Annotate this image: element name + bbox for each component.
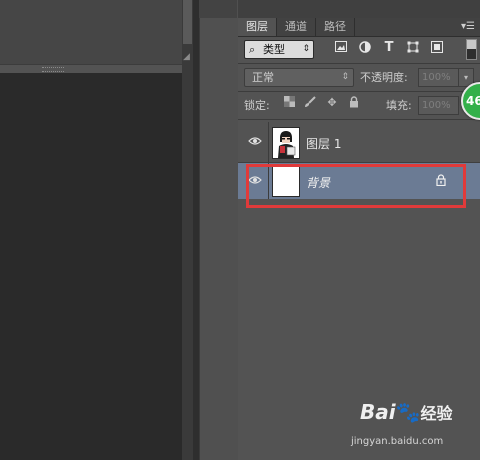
kind-filter-label: 类型: [263, 43, 285, 56]
divider: [268, 122, 269, 162]
layer-thumbnail: [272, 127, 300, 159]
divider: [238, 91, 480, 92]
scrollbar-thumb[interactable]: [183, 0, 192, 44]
opacity-input[interactable]: 100%: [418, 68, 459, 87]
document-canvas[interactable]: [0, 66, 182, 460]
collapsed-panel-dock[interactable]: [199, 0, 239, 460]
tab-layers[interactable]: 图层: [238, 18, 277, 36]
panel-tab-bar: 图层 通道 路径: [238, 18, 480, 37]
vertical-scrollbar[interactable]: [182, 0, 193, 460]
smart-object-filter-icon[interactable]: [430, 41, 444, 55]
blend-mode-select[interactable]: 正常 ⇕: [244, 68, 354, 87]
scroll-grip-icon[interactable]: [42, 67, 64, 72]
fill-input[interactable]: 100%: [418, 96, 459, 115]
layer-kind-filter-select[interactable]: ⌕ 类型 ⇕: [244, 40, 314, 59]
watermark-brand-suffix: 经验: [420, 404, 453, 423]
divider: [238, 63, 480, 64]
lock-label: 锁定:: [244, 99, 270, 112]
shape-filter-icon[interactable]: [406, 41, 420, 55]
opacity-label: 不透明度:: [360, 71, 408, 84]
panel-menu-icon[interactable]: ▾☰: [458, 18, 478, 36]
divider: [238, 119, 480, 120]
document-canvas-top: [0, 0, 182, 64]
layer-row[interactable]: 图层 1: [238, 122, 480, 163]
annotation-highlight-box: [246, 164, 466, 208]
watermark-url: jingyan.baidu.com: [351, 436, 444, 447]
image-filter-icon[interactable]: [334, 41, 348, 55]
adjustment-filter-icon[interactable]: [358, 41, 372, 55]
lock-transparency-icon[interactable]: [282, 96, 296, 110]
paw-icon: 🐾: [395, 400, 421, 424]
lock-move-icon[interactable]: ✥: [325, 96, 339, 110]
chevron-updown-icon: ⇕: [302, 44, 310, 54]
tab-paths[interactable]: 路径: [316, 18, 355, 36]
lock-brush-icon[interactable]: [303, 96, 317, 110]
layer-name[interactable]: 图层 1: [306, 135, 341, 152]
tab-channels[interactable]: 通道: [277, 18, 316, 36]
chevron-updown-icon: ⇕: [341, 72, 349, 82]
watermark-brand: Bai🐾经验: [360, 400, 453, 424]
type-filter-icon[interactable]: T: [382, 41, 396, 55]
dock-header: [199, 0, 237, 18]
search-icon: ⌕: [249, 43, 256, 56]
fill-label: 填充:: [386, 99, 412, 112]
baidu-jingyan-watermark: Bai🐾经验 jingyan.baidu.com: [350, 400, 470, 452]
filter-toggle-switch[interactable]: [466, 39, 477, 60]
resize-grip-icon[interactable]: ◢: [183, 52, 193, 62]
panel-title-bar[interactable]: [238, 0, 480, 18]
eye-icon[interactable]: [247, 135, 263, 149]
lock-all-icon[interactable]: [347, 96, 361, 110]
horizontal-scrollbar[interactable]: [0, 64, 193, 73]
blend-mode-value: 正常: [252, 71, 274, 84]
watermark-brand-text: Bai: [360, 400, 396, 424]
